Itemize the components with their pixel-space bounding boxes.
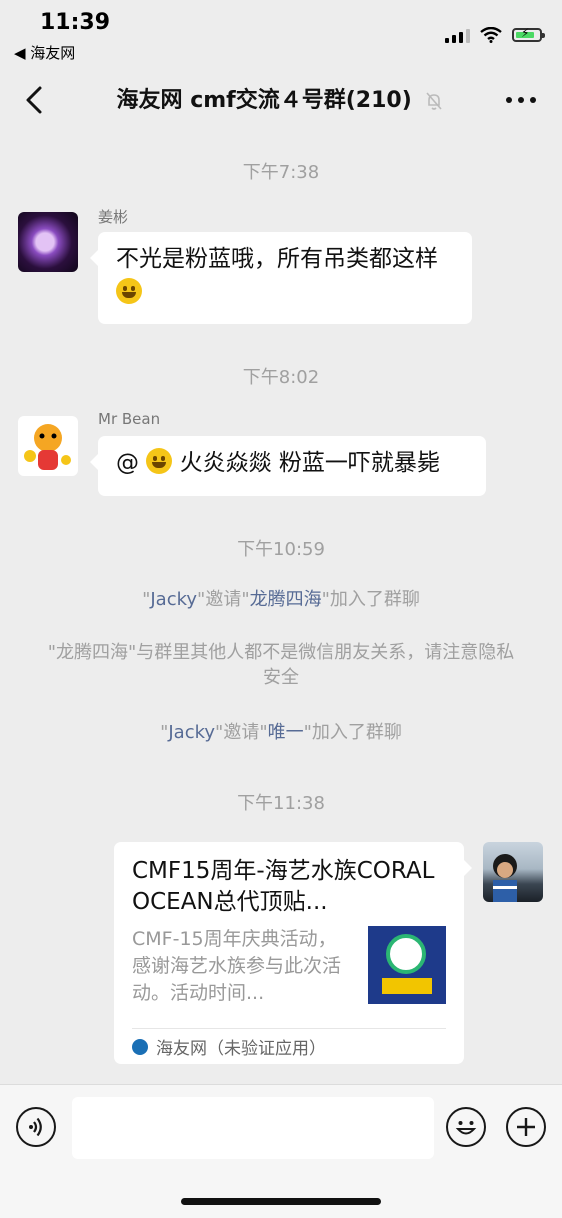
card-title: CMF15周年-海艺水族CORAL OCEAN总代顶贴... [132,858,435,915]
user-link[interactable]: Jacky [168,722,215,743]
tiger-cartoon-icon [24,424,71,470]
user-link[interactable]: 唯一 [268,722,304,743]
card-source-label: 海友网（未验证应用） [156,1039,326,1059]
laughing-tears-emoji-icon [116,278,142,304]
voice-icon [29,1117,42,1137]
message-bubble[interactable]: 不光是粉蓝哦，所有吊类都这样 [90,232,472,324]
chat-header: 海友网 cmf交流４号群(210) [0,68,562,132]
my-avatar[interactable] [483,842,543,902]
link-card[interactable]: CMF15周年-海艺水族CORAL OCEAN总代顶贴... CMF-15周年庆… [114,842,472,1064]
more-options-icon[interactable] [506,97,536,103]
chat-message-list[interactable]: 下午7:38 姜彬 不光是粉蓝哦，所有吊类都这样 下午8:02 Mr Bean … [0,132,562,1084]
status-bar: 11:39 ◀ 海友网 ⚡ [0,0,562,68]
chat-title-row: 海友网 cmf交流４号群(210) [0,82,562,114]
card-description: CMF-15周年庆典活动，感谢海艺水族参与此次活动。活动时间... [132,928,342,1004]
timestamp: 下午8:02 [242,367,320,388]
system-icons: ⚡ [445,24,545,46]
card-thumbnail [368,926,446,1004]
emoji-button[interactable] [446,1107,486,1147]
voice-input-button[interactable] [16,1107,56,1147]
avatar[interactable] [18,212,78,272]
back-to-app-link[interactable]: ◀ 海友网 [14,42,75,63]
avatar[interactable] [18,416,78,476]
battery-icon: ⚡ [512,26,545,42]
app-logo-icon [132,1038,148,1055]
wifi-icon [480,27,502,43]
system-message: "Jacky"邀请"唯一"加入了群聊 [160,722,402,743]
user-link[interactable]: 龙腾四海 [250,589,322,610]
mention-prefix: @ [116,450,139,476]
timestamp: 下午11:38 [237,793,325,814]
plus-icon [517,1118,535,1136]
child-photo-icon [493,854,517,902]
timestamp: 下午10:59 [237,539,325,560]
mute-bell-icon [426,92,443,110]
chat-title: 海友网 cmf交流４号群(210) [116,88,412,113]
sender-name: Mr Bean [98,410,161,428]
timestamp: 下午7:38 [242,162,320,183]
home-indicator[interactable] [181,1198,381,1205]
smiley-icon [455,1121,477,1135]
message-text: 不光是粉蓝哦，所有吊类都这样 [116,246,438,272]
sender-name: 姜彬 [98,208,129,226]
status-time: 11:39 [40,10,111,35]
grinning-emoji-icon [146,448,173,474]
user-link[interactable]: Jacky [150,589,197,610]
card-source: 海友网（未验证应用） [132,1034,326,1059]
message-input[interactable] [72,1097,434,1159]
more-functions-button[interactable] [506,1107,546,1147]
message-text: 火炎焱燚 粉蓝一吓就暴毙 [179,450,440,476]
message-bubble[interactable]: @ 火炎焱燚 粉蓝一吓就暴毙 [90,436,486,496]
divider [132,1028,446,1029]
cellular-signal-icon [445,27,470,43]
system-message: "Jacky"邀请"龙腾四海"加入了群聊 [142,589,420,610]
privacy-notice: "龙腾四海"与群里其他人都不是微信朋友关系，请注意隐私安全 [47,642,515,688]
